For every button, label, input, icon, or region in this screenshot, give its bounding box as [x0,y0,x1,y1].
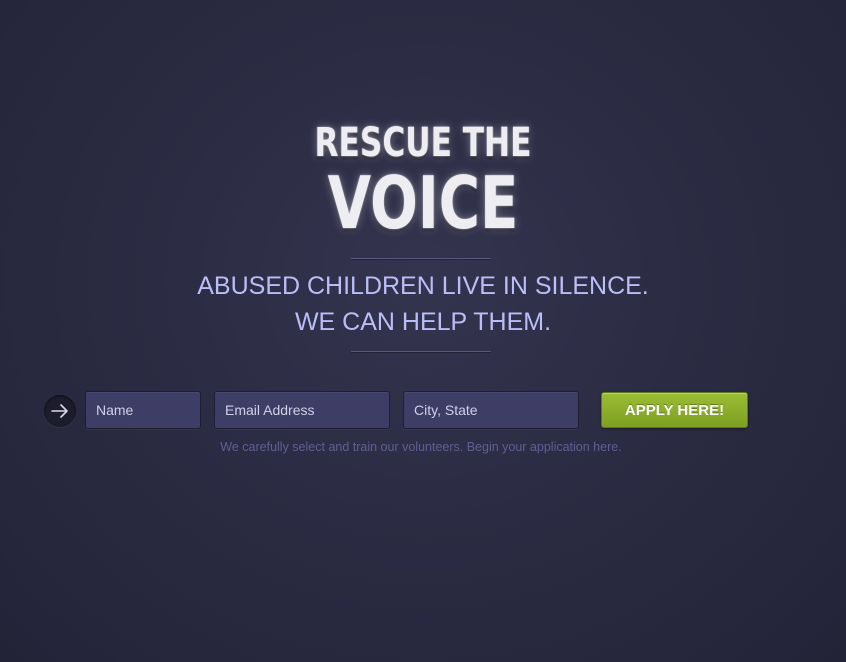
email-input[interactable] [214,391,390,429]
tagline-line1: ABUSED CHILDREN LIVE IN SILENCE. [197,272,649,300]
application-note: We carefully select and train our volunt… [220,440,622,454]
divider-bottom [351,351,491,352]
tagline-line2: WE CAN HELP THEM. [294,308,552,336]
logo-title-line1: RESCUE THE [314,120,532,166]
arrow-right-icon [44,395,76,427]
logo-title-line2: VOICE [327,161,519,245]
apply-button[interactable]: APPLY HERE! [601,392,748,428]
divider-top [351,258,491,259]
name-input[interactable] [85,391,201,429]
city-state-input[interactable] [403,391,579,429]
